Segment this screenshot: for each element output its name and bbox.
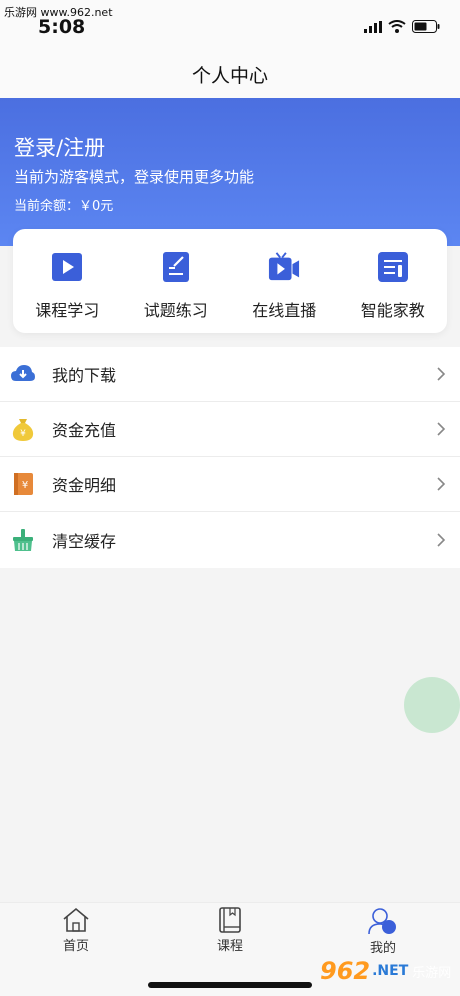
battery-icon (412, 20, 440, 33)
broom-icon (13, 529, 33, 551)
home-indicator[interactable] (148, 982, 312, 988)
profile-icon (368, 908, 396, 935)
tab-label: 课程 (216, 939, 243, 954)
play-video-icon (52, 253, 83, 281)
quick-action-label: 课程学习 (35, 301, 100, 320)
svg-text:¥: ¥ (22, 480, 28, 491)
page-title: 个人中心 (191, 64, 268, 87)
quick-action-course-study[interactable]: 课程学习 (13, 229, 122, 333)
profile-header: 登录/注册 当前为游客模式，登录使用更多功能 当前余额：￥0元 (0, 98, 460, 246)
menu-item-label: 资金充值 (52, 421, 117, 440)
status-time: 5:08 (38, 16, 86, 38)
tab-home[interactable]: 首页 (26, 907, 126, 954)
chevron-right-icon (437, 367, 446, 381)
menu-item-recharge[interactable]: ¥ 资金充值 (0, 402, 460, 457)
chevron-right-icon (437, 477, 446, 491)
quick-action-label: 试题练习 (143, 301, 208, 320)
signal-icon (364, 20, 382, 33)
login-register-link[interactable]: 登录/注册 (14, 132, 105, 162)
watermark-suffix: .NET (372, 963, 409, 979)
quick-action-exercise[interactable]: 试题练习 (122, 229, 231, 333)
tab-courses[interactable]: 课程 (180, 907, 280, 954)
chevron-right-icon (437, 422, 446, 436)
floating-assist-button[interactable] (404, 677, 460, 733)
home-icon (63, 907, 89, 932)
status-icons (364, 20, 440, 33)
book-icon (219, 907, 241, 933)
watermark-brand: 962 (320, 957, 371, 985)
guest-mode-text: 当前为游客模式，登录使用更多功能 (14, 168, 255, 186)
menu-item-my-downloads[interactable]: 我的下载 (0, 347, 460, 402)
watermark-cn: 乐游网 (412, 965, 452, 981)
menu-item-label: 我的下载 (52, 366, 117, 385)
edit-document-icon (162, 252, 189, 282)
cloud-download-icon (11, 365, 35, 381)
tab-label: 首页 (62, 939, 89, 954)
quick-action-label: 智能家教 (360, 301, 425, 320)
menu-item-clear-cache[interactable]: 清空缓存 (0, 512, 460, 568)
money-bag-icon: ¥ (12, 419, 34, 441)
live-camera-icon (269, 252, 300, 281)
balance-text: 当前余额：￥0元 (14, 199, 114, 214)
menu-item-label: 资金明细 (52, 476, 117, 495)
menu-item-label: 清空缓存 (52, 532, 117, 551)
quick-action-live[interactable]: 在线直播 (230, 229, 339, 333)
svg-text:¥: ¥ (20, 429, 26, 439)
settings-menu: 我的下载 ¥ 资金充值 ¥ 资金明细 清空缓存 (0, 347, 460, 568)
tutor-list-icon (377, 252, 408, 282)
watermark-logo: 962 .NET 乐游网 (320, 946, 460, 996)
money-book-icon: ¥ (14, 473, 33, 495)
quick-action-smart-tutor[interactable]: 智能家教 (339, 229, 448, 333)
wifi-icon (388, 20, 406, 33)
menu-item-fund-details[interactable]: ¥ 资金明细 (0, 457, 460, 512)
quick-action-label: 在线直播 (252, 301, 317, 320)
nav-bar: 个人中心 (0, 50, 460, 98)
status-bar: 乐游网 www.962.net 5:08 (0, 0, 460, 50)
quick-actions-card: 课程学习 试题练习 在线直播 智能家教 (13, 229, 447, 333)
chevron-right-icon (437, 533, 446, 547)
